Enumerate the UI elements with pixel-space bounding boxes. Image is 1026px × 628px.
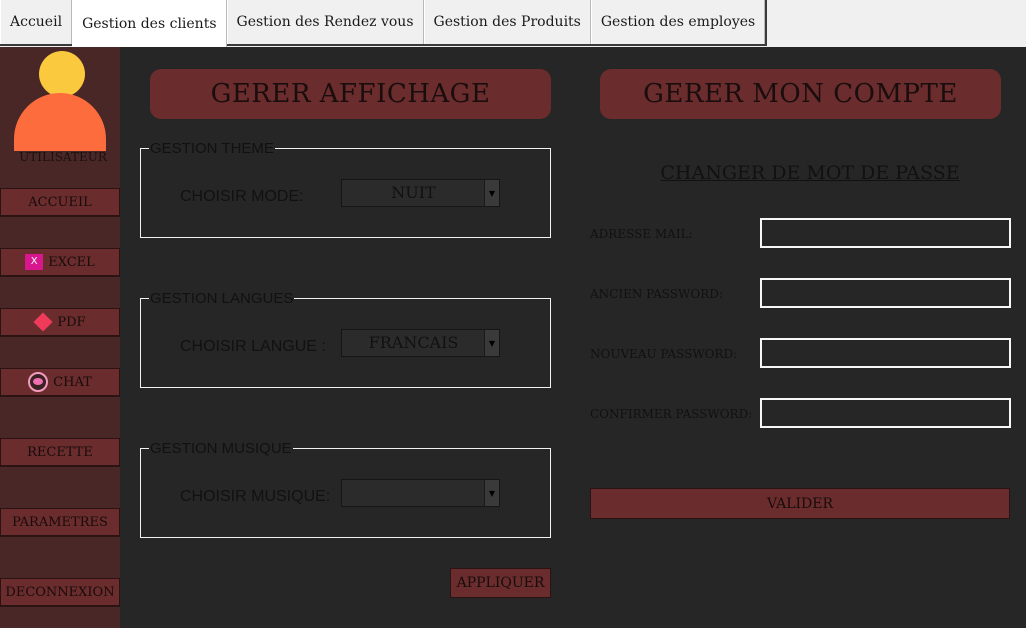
new-password-field[interactable]	[760, 338, 1011, 368]
chevron-down-icon: ▼	[484, 330, 499, 356]
sidebar-item-label: DECONNEXION	[5, 584, 115, 600]
apply-button[interactable]: APPLIQUER	[450, 568, 551, 598]
validate-button[interactable]: VALIDER	[590, 488, 1010, 519]
tab-gestion-clients[interactable]: Gestion des clients	[72, 0, 227, 47]
language-select-value: FRANCAIS	[368, 333, 459, 352]
chat-icon	[28, 372, 49, 392]
tab-strip: Accueil Gestion des clients Gestion des …	[0, 0, 768, 47]
pdf-icon	[33, 312, 53, 332]
language-label: CHOISIR LANGUE :	[180, 338, 326, 355]
music-label: CHOISIR MUSIQUE:	[180, 488, 331, 505]
sidebar-item-label: ACCUEIL	[28, 194, 92, 210]
email-label: ADRESSE MAIL:	[590, 227, 693, 241]
sidebar-item-recette[interactable]: RECETTE	[0, 438, 120, 467]
theme-select-value: NUIT	[391, 183, 436, 202]
theme-group: GESTION THEME CHOISIR MODE: NUIT ▼	[140, 140, 551, 238]
sidebar-item-accueil[interactable]: ACCUEIL	[0, 188, 120, 217]
theme-legend: GESTION THEME	[149, 140, 275, 157]
sidebar-item-excel[interactable]: X EXCEL	[0, 248, 120, 277]
sidebar-item-label: PDF	[57, 314, 86, 330]
tab-gestion-employes[interactable]: Gestion des employes	[590, 0, 766, 44]
music-legend: GESTION MUSIQUE	[149, 440, 293, 457]
language-group: GESTION LANGUES CHOISIR LANGUE : FRANCAI…	[140, 290, 551, 388]
language-legend: GESTION LANGUES	[149, 290, 295, 307]
sidebar: UTILISATEUR ACCUEIL X EXCEL PDF CHAT REC…	[0, 47, 120, 628]
sidebar-item-pdf[interactable]: PDF	[0, 308, 120, 337]
old-password-label: ANCIEN PASSWORD:	[590, 287, 723, 301]
user-avatar-icon	[14, 51, 106, 151]
tab-bar: Accueil Gestion des clients Gestion des …	[0, 0, 1026, 47]
sidebar-item-label: EXCEL	[48, 254, 95, 270]
avatar-head	[39, 51, 85, 97]
theme-label: CHOISIR MODE:	[180, 188, 304, 205]
new-password-label: NOUVEAU PASSWORD:	[590, 347, 738, 361]
music-select[interactable]: ▼	[341, 479, 500, 507]
old-password-field[interactable]	[760, 278, 1011, 308]
music-group: GESTION MUSIQUE CHOISIR MUSIQUE: ▼	[140, 440, 551, 538]
sidebar-item-parametres[interactable]: PARAMETRES	[0, 508, 120, 537]
theme-select[interactable]: NUIT ▼	[341, 179, 500, 207]
email-field[interactable]	[760, 218, 1011, 248]
sidebar-item-label: CHAT	[53, 374, 92, 390]
confirm-password-field[interactable]	[760, 398, 1011, 428]
sidebar-item-deconnexion[interactable]: DECONNEXION	[0, 578, 120, 607]
sidebar-item-label: PARAMETRES	[12, 514, 108, 530]
language-select[interactable]: FRANCAIS ▼	[341, 329, 500, 357]
sidebar-item-chat[interactable]: CHAT	[0, 368, 120, 397]
tab-accueil[interactable]: Accueil	[0, 0, 73, 44]
avatar-body	[14, 93, 106, 151]
chevron-down-icon: ▼	[484, 480, 499, 506]
sidebar-item-label: RECETTE	[27, 444, 93, 460]
account-title: GERER MON COMPTE	[600, 69, 1001, 119]
change-password-title: CHANGER DE MOT DE PASSE	[660, 162, 960, 184]
excel-icon: X	[25, 254, 44, 270]
user-label: UTILISATEUR	[19, 150, 107, 164]
chevron-down-icon: ▼	[484, 180, 499, 206]
tab-gestion-rendez-vous[interactable]: Gestion des Rendez vous	[226, 0, 424, 44]
confirm-password-label: CONFIRMER PASSWORD:	[590, 407, 753, 421]
tab-gestion-produits[interactable]: Gestion des Produits	[423, 0, 591, 44]
display-settings-title: GERER AFFICHAGE	[150, 69, 551, 119]
